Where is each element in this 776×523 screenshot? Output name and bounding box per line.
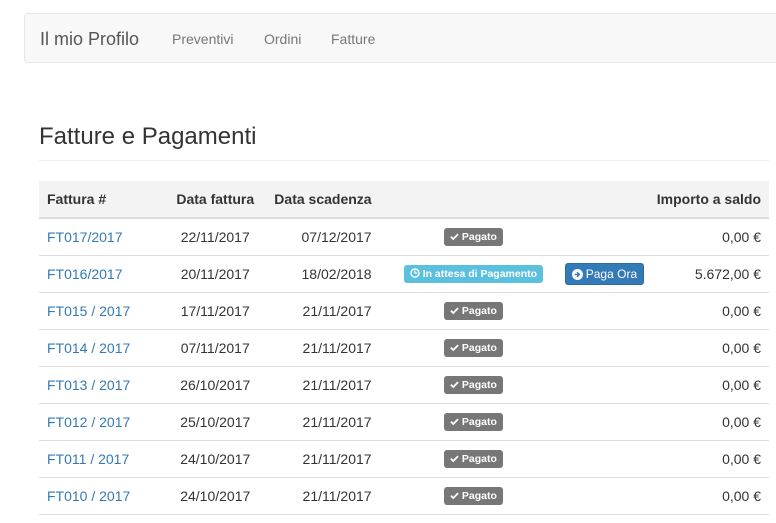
table-row: FT010 / 2017 24/10/2017 21/11/2017 Pagat… xyxy=(39,477,769,515)
invoice-due-date: 18/02/2018 xyxy=(264,255,380,293)
header-invoice: Fattura # xyxy=(39,181,166,219)
invoice-due-date: 07/12/2017 xyxy=(264,218,380,256)
check-icon xyxy=(450,455,459,462)
header-amount: Importo a saldo xyxy=(648,181,769,219)
nav-link-fatture[interactable]: Fatture xyxy=(331,31,375,47)
invoice-amount: 0,00 € xyxy=(648,366,769,404)
invoice-link[interactable]: FT015 / 2017 xyxy=(47,303,130,319)
invoice-amount: 0,00 € xyxy=(648,329,769,367)
invoice-link[interactable]: FT013 / 2017 xyxy=(47,377,130,393)
invoice-date: 26/10/2017 xyxy=(165,366,265,404)
status-badge: In attesa di Pagamento xyxy=(403,264,544,283)
invoice-link[interactable]: FT011 / 2017 xyxy=(47,451,129,467)
invoice-link[interactable]: FT012 / 2017 xyxy=(47,414,130,430)
check-icon xyxy=(450,381,459,388)
invoice-link[interactable]: FT010 / 2017 xyxy=(47,488,130,504)
top-navbar: Il mio Profilo Preventivi Ordini Fatture xyxy=(24,13,776,63)
header-action xyxy=(560,181,649,219)
invoice-amount: 5.672,00 € xyxy=(648,255,769,293)
invoice-due-date: 21/11/2017 xyxy=(264,403,380,441)
page-title: Fatture e Pagamenti xyxy=(39,123,257,150)
navbar-brand[interactable]: Il mio Profilo xyxy=(40,29,139,50)
status-badge: Pagato xyxy=(443,227,503,246)
status-badge: Pagato xyxy=(443,301,503,320)
invoice-amount: 0,00 € xyxy=(648,477,769,515)
status-badge: Pagato xyxy=(443,449,503,468)
nav-link-preventivi[interactable]: Preventivi xyxy=(172,31,233,47)
table-header-row: Fattura # Data fattura Data scadenza Imp… xyxy=(39,181,769,219)
status-badge: Pagato xyxy=(443,338,503,357)
invoice-date: 17/11/2017 xyxy=(165,292,265,330)
status-badge: Pagato xyxy=(443,486,503,505)
invoices-table: Fattura # Data fattura Data scadenza Imp… xyxy=(39,181,769,515)
invoice-due-date: 21/11/2017 xyxy=(264,292,380,330)
status-badge: Pagato xyxy=(443,375,503,394)
table-row: FT011 / 2017 24/10/2017 21/11/2017 Pagat… xyxy=(39,440,769,478)
check-icon xyxy=(450,307,459,314)
invoice-due-date: 21/11/2017 xyxy=(264,329,380,367)
invoice-amount: 0,00 € xyxy=(648,440,769,478)
invoice-amount: 0,00 € xyxy=(648,218,769,256)
pay-now-button[interactable]: Paga Ora xyxy=(564,262,645,285)
invoice-amount: 0,00 € xyxy=(648,292,769,330)
check-icon xyxy=(450,418,459,425)
invoice-link[interactable]: FT016/2017 xyxy=(47,266,123,282)
header-status xyxy=(379,181,561,219)
check-icon xyxy=(450,344,459,351)
check-icon xyxy=(450,492,459,499)
invoice-due-date: 21/11/2017 xyxy=(264,440,380,478)
table-row: FT013 / 2017 26/10/2017 21/11/2017 Pagat… xyxy=(39,366,769,404)
arrow-circle-right-icon xyxy=(571,268,583,280)
invoice-due-date: 21/11/2017 xyxy=(264,366,380,404)
invoice-date: 07/11/2017 xyxy=(165,329,265,367)
header-date: Data fattura xyxy=(165,181,265,219)
clock-icon xyxy=(409,267,420,278)
invoice-due-date: 21/11/2017 xyxy=(264,477,380,515)
table-row: FT014 / 2017 07/11/2017 21/11/2017 Pagat… xyxy=(39,329,769,367)
invoice-date: 25/10/2017 xyxy=(165,403,265,441)
invoice-date: 24/10/2017 xyxy=(165,477,265,515)
table-row: FT012 / 2017 25/10/2017 21/11/2017 Pagat… xyxy=(39,403,769,441)
title-divider xyxy=(39,160,769,161)
status-badge: Pagato xyxy=(443,412,503,431)
table-row: FT015 / 2017 17/11/2017 21/11/2017 Pagat… xyxy=(39,292,769,330)
table-row: FT016/2017 20/11/2017 18/02/2018 In atte… xyxy=(39,255,769,293)
table-row: FT017/2017 22/11/2017 07/12/2017 Pagato … xyxy=(39,218,769,256)
check-icon xyxy=(450,233,459,241)
invoice-date: 22/11/2017 xyxy=(165,218,265,256)
invoice-link[interactable]: FT014 / 2017 xyxy=(47,340,130,356)
invoice-date: 20/11/2017 xyxy=(165,255,265,293)
header-due: Data scadenza xyxy=(264,181,380,219)
invoice-amount: 0,00 € xyxy=(648,403,769,441)
invoice-date: 24/10/2017 xyxy=(165,440,265,478)
invoice-link[interactable]: FT017/2017 xyxy=(47,229,123,245)
nav-link-ordini[interactable]: Ordini xyxy=(264,31,301,47)
